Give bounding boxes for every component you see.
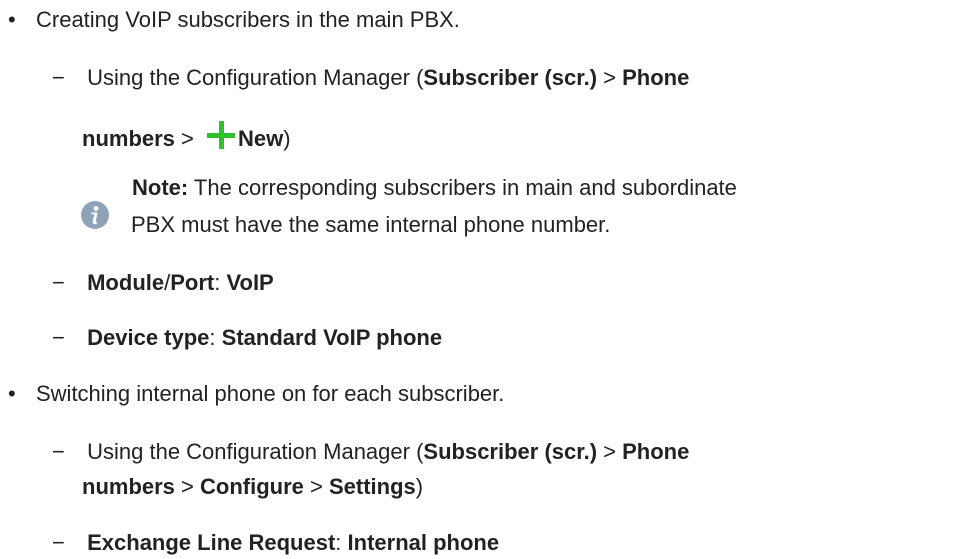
dash-marker: − [52, 439, 65, 464]
dash-marker: − [52, 65, 65, 90]
note-label: Note: [132, 175, 189, 200]
menu-phone: Phone [622, 65, 690, 90]
field-exchange-line-request: Exchange Line Request [87, 530, 336, 555]
separator: > [303, 474, 329, 499]
dash-marker: − [52, 530, 65, 555]
menu-subscriber: Subscriber (scr.) [423, 439, 598, 464]
field-device-type: Device type [87, 325, 210, 350]
sub-item-2: − Module/Port: VoIP [52, 270, 274, 296]
colon: : [209, 325, 222, 350]
colon: : [335, 530, 348, 555]
sub-item-5: − Exchange Line Request: Internal phone [52, 530, 499, 556]
separator: > [597, 439, 623, 464]
separator: > [174, 126, 200, 151]
dash-marker: − [52, 325, 65, 350]
note-line-1: Note: The corresponding subscribers in m… [132, 175, 737, 201]
bullet-text: Switching internal phone on for each sub… [36, 381, 505, 406]
note-text-1: The corresponding subscribers in main an… [188, 175, 737, 200]
field-port: Port [170, 270, 215, 295]
menu-settings: Settings [328, 474, 416, 499]
bullet-marker: • [8, 7, 16, 32]
bullet-text: Creating VoIP subscribers in the main PB… [36, 7, 460, 32]
menu-numbers: numbers [82, 474, 175, 499]
sub-item-4: − Using the Configuration Manager (Subsc… [52, 439, 689, 465]
close-paren: ) [283, 126, 291, 151]
note-text-2: PBX must have the same internal phone nu… [131, 212, 611, 237]
bullet-marker: • [8, 381, 16, 406]
sub-text-prefix: Using the Configuration Manager ( [87, 65, 424, 90]
info-icon [81, 201, 109, 229]
separator: > [174, 474, 200, 499]
menu-new: New [238, 126, 284, 151]
sub-text-prefix: Using the Configuration Manager ( [87, 439, 424, 464]
field-module: Module [87, 270, 165, 295]
menu-subscriber: Subscriber (scr.) [423, 65, 598, 90]
menu-configure: Configure [200, 474, 304, 499]
value-voip: VoIP [226, 270, 274, 295]
close-paren: ) [415, 474, 424, 499]
value-device-type: Standard VoIP phone [221, 325, 443, 350]
note-line-2: PBX must have the same internal phone nu… [131, 212, 610, 238]
plus-icon [206, 120, 236, 150]
menu-phone: Phone [622, 439, 690, 464]
sub-item-1: − Using the Configuration Manager (Subsc… [52, 65, 689, 91]
colon: : [214, 270, 227, 295]
separator: > [597, 65, 623, 90]
dash-marker: − [52, 270, 65, 295]
sub-item-4-cont: numbers > Configure > Settings) [82, 474, 423, 500]
sub-item-1-cont: numbers > New) [82, 120, 291, 152]
sub-item-3: − Device type: Standard VoIP phone [52, 325, 442, 351]
menu-numbers: numbers [82, 126, 175, 151]
value-internal-phone: Internal phone [347, 530, 500, 555]
